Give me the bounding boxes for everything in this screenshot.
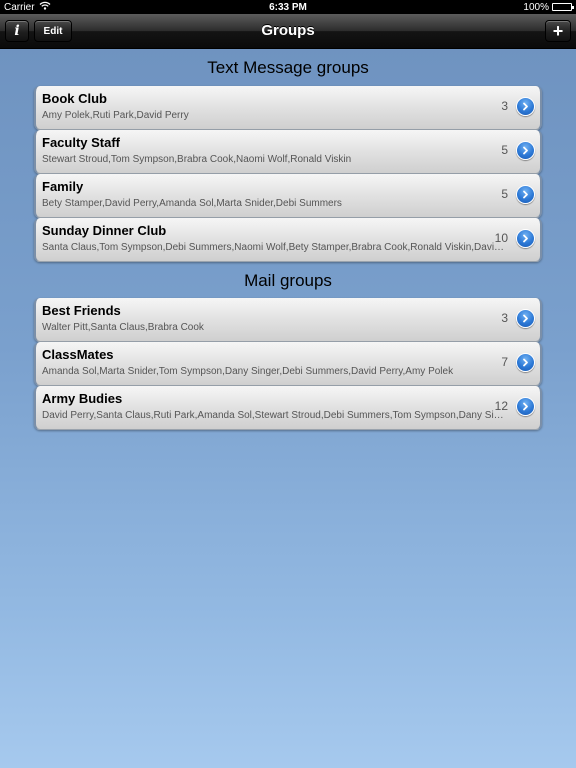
group-row[interactable]: Faculty Staff Stewart Stroud,Tom Sympson… bbox=[34, 130, 542, 174]
group-row[interactable]: Sunday Dinner Club Santa Claus,Tom Symps… bbox=[34, 218, 542, 262]
group-name: ClassMates bbox=[42, 347, 114, 362]
group-row[interactable]: Army Budies David Perry,Santa Claus,Ruti… bbox=[34, 386, 542, 430]
mail-groups-list: Best Friends Walter Pitt,Santa Claus,Bra… bbox=[34, 298, 542, 430]
carrier-label: Carrier bbox=[4, 1, 35, 13]
group-name: Army Budies bbox=[42, 391, 123, 406]
group-count: 10 bbox=[494, 231, 508, 245]
status-bar: Carrier 6:33 PM 100% bbox=[0, 0, 576, 14]
group-row[interactable]: Best Friends Walter Pitt,Santa Claus,Bra… bbox=[34, 298, 542, 342]
group-count: 3 bbox=[501, 311, 508, 325]
wifi-icon bbox=[39, 1, 51, 13]
chevron-right-icon[interactable] bbox=[516, 185, 535, 204]
nav-bar: Groups i Edit + bbox=[0, 14, 576, 49]
chevron-right-icon[interactable] bbox=[516, 353, 535, 372]
group-count: 7 bbox=[501, 355, 508, 369]
group-members: Bety Stamper,David Perry,Amanda Sol,Mart… bbox=[42, 198, 342, 209]
page-title: Groups bbox=[261, 22, 315, 39]
battery-percent: 100% bbox=[523, 1, 549, 13]
group-row[interactable]: ClassMates Amanda Sol,Marta Snider,Tom S… bbox=[34, 342, 542, 386]
mail-groups-header: Mail groups bbox=[244, 271, 332, 290]
group-name: Book Club bbox=[42, 91, 107, 106]
group-row[interactable]: Book Club Amy Polek,Ruti Park,David Perr… bbox=[34, 86, 542, 130]
battery-icon bbox=[552, 3, 574, 11]
info-icon: i bbox=[14, 23, 20, 39]
status-time: 6:33 PM bbox=[269, 1, 307, 13]
group-members: Stewart Stroud,Tom Sympson,Brabra Cook,N… bbox=[42, 154, 352, 165]
group-name: Sunday Dinner Club bbox=[42, 223, 167, 238]
group-members: Walter Pitt,Santa Claus,Brabra Cook bbox=[42, 322, 204, 333]
group-name: Faculty Staff bbox=[42, 135, 121, 150]
group-members: Santa Claus,Tom Sympson,Debi Summers,Nao… bbox=[42, 242, 506, 253]
group-name: Best Friends bbox=[42, 303, 121, 318]
text-groups-list: Book Club Amy Polek,Ruti Park,David Perr… bbox=[34, 86, 542, 262]
chevron-right-icon[interactable] bbox=[516, 141, 535, 160]
chevron-right-icon[interactable] bbox=[516, 97, 535, 116]
group-count: 5 bbox=[501, 187, 508, 201]
group-name: Family bbox=[42, 179, 84, 194]
add-group-button[interactable]: + bbox=[545, 20, 571, 42]
text-groups-header: Text Message groups bbox=[207, 58, 369, 77]
group-members: David Perry,Santa Claus,Ruti Park,Amanda… bbox=[42, 410, 506, 421]
group-count: 12 bbox=[494, 399, 508, 413]
status-right: 100% bbox=[523, 1, 574, 13]
group-count: 5 bbox=[501, 143, 508, 157]
group-members: Amy Polek,Ruti Park,David Perry bbox=[42, 110, 189, 121]
group-count: 3 bbox=[501, 99, 508, 113]
plus-icon: + bbox=[552, 21, 564, 41]
edit-button[interactable]: Edit bbox=[34, 20, 72, 42]
chevron-right-icon[interactable] bbox=[516, 309, 535, 328]
status-left: Carrier bbox=[4, 1, 51, 13]
chevron-right-icon[interactable] bbox=[516, 397, 535, 416]
chevron-right-icon[interactable] bbox=[516, 229, 535, 248]
group-members: Amanda Sol,Marta Snider,Tom Sympson,Dany… bbox=[42, 366, 454, 377]
info-button[interactable]: i bbox=[5, 20, 29, 42]
group-row[interactable]: Family Bety Stamper,David Perry,Amanda S… bbox=[34, 174, 542, 218]
